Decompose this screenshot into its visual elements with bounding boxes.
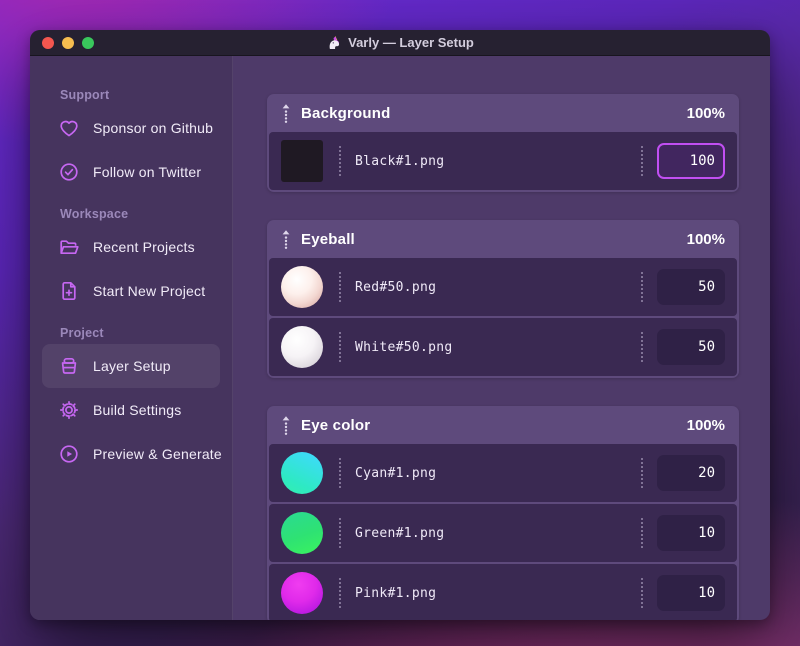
drag-handle-icon[interactable]	[279, 415, 293, 435]
layer-weight-input[interactable]	[657, 143, 725, 179]
layer-thumbnail	[281, 452, 323, 494]
layer-setup-panel: Background 100% Black#1.png Eyeball	[233, 56, 770, 620]
heart-icon	[58, 117, 80, 139]
layer-thumbnail	[281, 512, 323, 554]
layer-filename: Pink#1.png	[355, 585, 437, 601]
section-heading: Support	[60, 88, 110, 102]
divider	[339, 272, 341, 302]
divider	[641, 458, 643, 488]
sidebar-section-support: Support Sponsor on Github Follow on Twit…	[30, 88, 232, 194]
layer-group-opacity: 100%	[686, 104, 725, 122]
divider	[641, 146, 643, 176]
layer-group-name: Eyeball	[301, 230, 355, 248]
app-window: Varly — Layer Setup Support Sponsor on G…	[30, 30, 770, 620]
sidebar-item-recent-projects[interactable]: Recent Projects	[30, 225, 232, 269]
folder-open-icon	[58, 236, 80, 258]
sidebar-item-label: Sponsor on Github	[93, 120, 214, 136]
layer-weight-input[interactable]	[657, 329, 725, 365]
layer-group-opacity: 100%	[686, 416, 725, 434]
layer-weight-input[interactable]	[657, 269, 725, 305]
divider	[641, 332, 643, 362]
drag-handle-icon[interactable]	[279, 229, 293, 249]
section-heading: Workspace	[60, 207, 129, 221]
layer-group-opacity: 100%	[686, 230, 725, 248]
sidebar-item-start-new-project[interactable]: Start New Project	[30, 269, 232, 313]
divider	[339, 332, 341, 362]
window-title: Varly — Layer Setup	[30, 35, 770, 51]
layer-group-header[interactable]: Background 100%	[269, 96, 737, 130]
layer-thumbnail	[281, 326, 323, 368]
sidebar-item-layer-setup[interactable]: Layer Setup	[42, 344, 220, 388]
divider	[339, 578, 341, 608]
titlebar[interactable]: Varly — Layer Setup	[30, 30, 770, 56]
play-circle-icon	[58, 443, 80, 465]
divider	[339, 518, 341, 548]
drag-handle-icon[interactable]	[279, 103, 293, 123]
layer-group-header[interactable]: Eye color 100%	[269, 408, 737, 442]
layer-filename: Cyan#1.png	[355, 465, 437, 481]
layer-weight-input[interactable]	[657, 455, 725, 491]
sidebar: Support Sponsor on Github Follow on Twit…	[30, 56, 233, 620]
divider	[641, 272, 643, 302]
layer-group-background: Background 100% Black#1.png	[267, 94, 739, 192]
layer-group-name: Eye color	[301, 416, 371, 434]
sidebar-item-label: Recent Projects	[93, 239, 195, 255]
sidebar-item-label: Layer Setup	[93, 358, 171, 374]
layer-weight-input[interactable]	[657, 515, 725, 551]
layer-filename: Black#1.png	[355, 153, 445, 169]
layer-group-eye-color: Eye color 100% Cyan#1.png Green#1.png	[267, 406, 739, 620]
layer-group-header[interactable]: Eyeball 100%	[269, 222, 737, 256]
layer-weight-input[interactable]	[657, 575, 725, 611]
window-title-text: Varly — Layer Setup	[348, 35, 474, 50]
divider	[339, 146, 341, 176]
layer-thumbnail	[281, 572, 323, 614]
archive-box-icon	[58, 355, 80, 377]
divider	[641, 518, 643, 548]
sidebar-item-label: Start New Project	[93, 283, 206, 299]
layer-row[interactable]: Red#50.png	[269, 258, 737, 316]
gear-icon	[58, 399, 80, 421]
sidebar-item-label: Preview & Generate	[93, 446, 222, 462]
sidebar-item-label: Build Settings	[93, 402, 182, 418]
layer-row[interactable]: Green#1.png	[269, 504, 737, 562]
app-body: Support Sponsor on Github Follow on Twit…	[30, 56, 770, 620]
sidebar-section-project: Project Layer Setup Build Settings Previ…	[30, 326, 232, 476]
sidebar-item-preview-generate[interactable]: Preview & Generate	[30, 432, 232, 476]
layer-group-eyeball: Eyeball 100% Red#50.png White#50.png	[267, 220, 739, 378]
layer-row[interactable]: White#50.png	[269, 318, 737, 376]
layer-thumbnail	[281, 266, 323, 308]
layer-filename: White#50.png	[355, 339, 453, 355]
layer-row[interactable]: Cyan#1.png	[269, 444, 737, 502]
layer-group-name: Background	[301, 104, 391, 122]
layer-filename: Green#1.png	[355, 525, 445, 541]
divider	[641, 578, 643, 608]
section-heading: Project	[60, 326, 104, 340]
layer-filename: Red#50.png	[355, 279, 437, 295]
sidebar-item-label: Follow on Twitter	[93, 164, 202, 180]
sidebar-section-workspace: Workspace Recent Projects Start New Proj…	[30, 207, 232, 313]
sidebar-item-sponsor-on-github[interactable]: Sponsor on Github	[30, 106, 232, 150]
layer-thumbnail	[281, 140, 323, 182]
badge-check-icon	[58, 161, 80, 183]
sidebar-item-build-settings[interactable]: Build Settings	[30, 388, 232, 432]
sidebar-item-follow-on-twitter[interactable]: Follow on Twitter	[30, 150, 232, 194]
divider	[339, 458, 341, 488]
layer-row[interactable]: Black#1.png	[269, 132, 737, 190]
layer-row[interactable]: Pink#1.png	[269, 564, 737, 620]
file-plus-icon	[58, 280, 80, 302]
unicorn-icon	[329, 35, 340, 49]
